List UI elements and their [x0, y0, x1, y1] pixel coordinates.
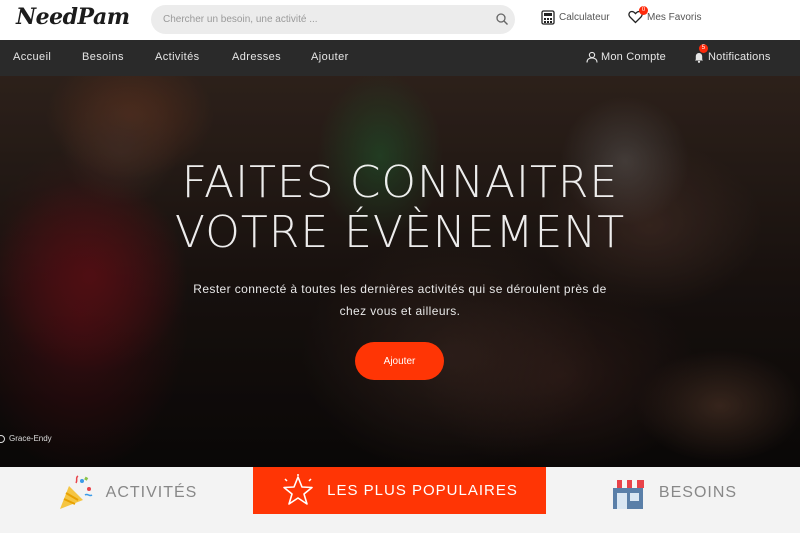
nav-item-adresses[interactable]: Adresses: [232, 51, 281, 63]
main-nav: Accueil Besoins Activités Adresses Ajout…: [0, 40, 800, 76]
calculator-link[interactable]: Calculateur: [541, 10, 610, 25]
tab-activites-label: ACTIVITÉS: [105, 484, 198, 501]
party-popper-icon: [59, 475, 93, 509]
hero-banner: FAITES CONNAITRE VOTRE ÉVÈNEMENT Rester …: [0, 76, 800, 467]
hero-title: FAITES CONNAITRE VOTRE ÉVÈNEMENT: [0, 158, 800, 258]
tab-activites[interactable]: ACTIVITÉS: [0, 467, 253, 519]
search-icon[interactable]: [495, 12, 509, 26]
notifications-link[interactable]: 5 Notifications: [693, 44, 771, 63]
favorites-link[interactable]: 0 Mes Favoris: [628, 6, 702, 24]
search-bar: [151, 5, 515, 34]
notifications-icon-wrap: 5: [693, 44, 708, 63]
notifications-label: Notifications: [708, 51, 771, 63]
tab-populaires[interactable]: LES PLUS POPULAIRES: [253, 467, 546, 514]
photo-credit: Grace-Endy: [0, 434, 52, 443]
calculator-icon: [541, 10, 555, 25]
hero-subtitle: Rester connecté à toutes les dernières a…: [193, 282, 607, 318]
star-icon: [283, 473, 313, 505]
nav-item-besoins[interactable]: Besoins: [82, 51, 124, 63]
hero-title-line-1: FAITES CONNAITRE: [181, 157, 619, 208]
photo-credit-label: Grace-Endy: [9, 434, 52, 443]
site-logo[interactable]: NeedPam: [16, 4, 130, 30]
notifications-count-badge: 5: [699, 44, 708, 53]
tab-besoins-label: BESOINS: [658, 484, 738, 501]
camera-icon: [0, 434, 5, 443]
category-tabs: ACTIVITÉS LES PLUS POPULAIRES BESOINS: [0, 467, 800, 533]
search-input[interactable]: [163, 5, 483, 34]
hero-title-line-2: VOTRE ÉVÈNEMENT: [174, 207, 626, 258]
favorites-count-badge: 0: [639, 6, 648, 15]
nav-item-ajouter[interactable]: Ajouter: [311, 51, 349, 63]
hero-overlay: [0, 76, 800, 467]
tab-populaires-label: LES PLUS POPULAIRES: [327, 482, 518, 499]
add-event-button[interactable]: Ajouter: [355, 342, 444, 380]
shop-icon: [611, 480, 644, 509]
account-link[interactable]: Mon Compte: [586, 51, 666, 63]
favorites-icon-wrap: 0: [628, 6, 648, 24]
calculator-label: Calculateur: [559, 12, 610, 23]
nav-item-accueil[interactable]: Accueil: [13, 51, 51, 63]
favorites-label: Mes Favoris: [647, 11, 702, 23]
page: NeedPam Calculateur 0: [0, 0, 800, 533]
tab-besoins[interactable]: BESOINS: [546, 467, 800, 519]
top-header: NeedPam Calculateur 0: [0, 0, 800, 40]
account-label: Mon Compte: [601, 51, 666, 63]
nav-item-activites[interactable]: Activités: [155, 51, 200, 63]
user-icon: [586, 51, 598, 63]
